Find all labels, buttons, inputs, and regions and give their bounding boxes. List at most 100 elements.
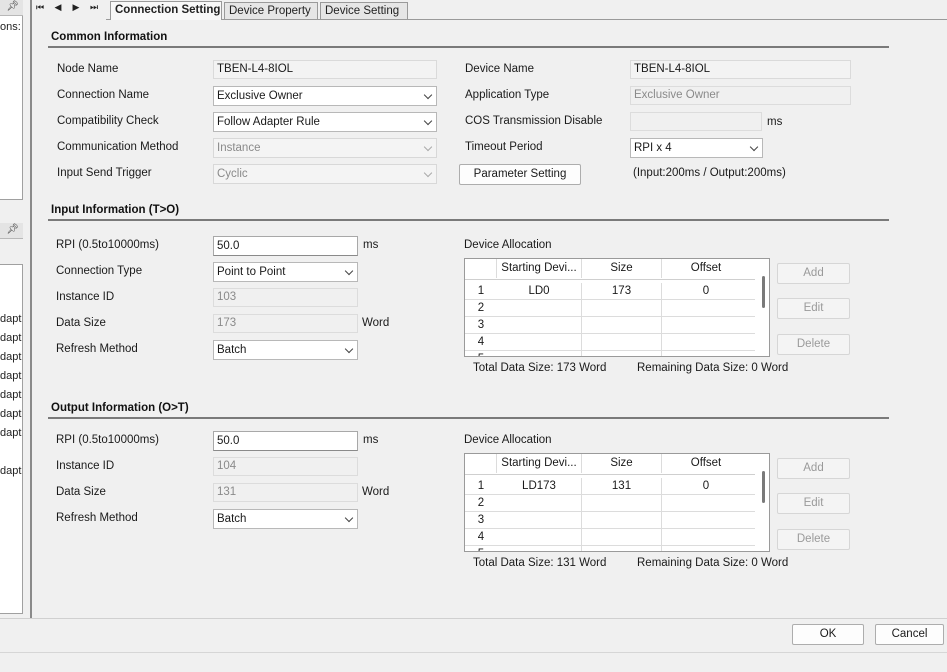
output-delete-button[interactable]: Delete [777, 529, 850, 550]
connection-name-select[interactable]: Exclusive Owner [213, 86, 437, 106]
timeout-period-select[interactable]: RPI x 4 [630, 138, 763, 158]
footer-divider [0, 618, 947, 619]
cell-starting-device[interactable] [497, 317, 582, 334]
cell-offset[interactable]: 0 [662, 283, 750, 300]
input-refresh-method-select[interactable]: Batch [213, 340, 358, 360]
common-info-title: Common Information [51, 31, 168, 43]
cell-starting-device[interactable]: LD173 [497, 478, 582, 495]
row-number: 2 [477, 497, 485, 509]
table-row[interactable]: 3 [465, 512, 755, 529]
cell-size[interactable] [582, 351, 662, 356]
cell-size[interactable] [582, 334, 662, 351]
left-panel-row[interactable]: dapt [0, 313, 22, 325]
connection-type-select[interactable]: Point to Point [213, 262, 358, 282]
cell-size[interactable] [582, 495, 662, 512]
column-header-size[interactable]: Size [582, 454, 662, 473]
cell-size[interactable] [582, 317, 662, 334]
cell-starting-device[interactable] [497, 546, 582, 551]
cell-offset[interactable] [662, 317, 750, 334]
output-rpi-input[interactable]: 50.0 [213, 431, 358, 451]
column-header-starting-device[interactable]: Starting Devi... [497, 454, 582, 473]
cancel-button[interactable]: Cancel [875, 624, 944, 645]
input-rpi-input[interactable]: 50.0 [213, 236, 358, 256]
next-tab-icon[interactable]: ▶︎ [69, 2, 83, 13]
left-panel-row[interactable]: dapt [0, 408, 22, 420]
scrollbar-thumb[interactable] [762, 276, 765, 308]
table-row[interactable]: 3 [465, 317, 755, 334]
output-edit-button[interactable]: Edit [777, 493, 850, 514]
cell-offset[interactable] [662, 334, 750, 351]
chevron-down-icon [423, 116, 433, 126]
cell-starting-device[interactable]: LD0 [497, 283, 582, 300]
left-panel-row[interactable]: dapt [0, 332, 22, 344]
input-edit-button[interactable]: Edit [777, 298, 850, 319]
column-header-offset[interactable]: Offset [662, 454, 750, 473]
scrollbar-thumb[interactable] [762, 471, 765, 503]
pin-icon[interactable]: 📌︎ [6, 224, 19, 235]
cell-offset[interactable] [662, 512, 750, 529]
input-total-data-size: Total Data Size: 173 Word [473, 362, 607, 374]
cell-offset[interactable] [662, 351, 750, 356]
table-row[interactable]: 2 [465, 495, 755, 512]
connection-type-label: Connection Type [56, 265, 143, 277]
input-refresh-method-value: Batch [217, 344, 247, 356]
last-tab-icon[interactable]: ⏭︎ [87, 2, 101, 13]
grid-scrollbar[interactable] [755, 259, 769, 356]
cell-starting-device[interactable] [497, 529, 582, 546]
cell-starting-device[interactable] [497, 334, 582, 351]
table-row[interactable]: 1 LD0 173 0 [465, 283, 755, 300]
table-row[interactable]: 5 [465, 546, 755, 551]
cell-offset[interactable]: 0 [662, 478, 750, 495]
left-panel-row[interactable]: dapt [0, 465, 22, 477]
cell-offset[interactable] [662, 529, 750, 546]
cell-size[interactable] [582, 546, 662, 551]
column-header-size[interactable]: Size [582, 259, 662, 278]
cell-starting-device[interactable] [497, 351, 582, 356]
tab-device-property[interactable]: Device Property [224, 2, 318, 19]
cell-size[interactable]: 131 [582, 478, 662, 495]
cell-size[interactable] [582, 512, 662, 529]
tab-device-setting[interactable]: Device Setting [320, 2, 408, 19]
table-row[interactable]: 2 [465, 300, 755, 317]
output-add-button[interactable]: Add [777, 458, 850, 479]
compatibility-check-select[interactable]: Follow Adapter Rule [213, 112, 437, 132]
cell-starting-device[interactable] [497, 300, 582, 317]
input-allocation-grid[interactable]: Starting Devi... Size Offset 1 LD0 173 0… [464, 258, 770, 357]
prev-tab-icon[interactable]: ◀︎ [51, 2, 65, 13]
left-panel-row[interactable]: dapt [0, 389, 22, 401]
table-row[interactable]: 4 [465, 334, 755, 351]
input-delete-button[interactable]: Delete [777, 334, 850, 355]
timeout-period-value: RPI x 4 [634, 142, 672, 154]
column-header-starting-device[interactable]: Starting Devi... [497, 259, 582, 278]
grid-header-row: Starting Devi... Size Offset [465, 454, 755, 475]
input-add-button[interactable]: Add [777, 263, 850, 284]
cell-starting-device[interactable] [497, 495, 582, 512]
cell-size[interactable] [582, 300, 662, 317]
cell-size[interactable]: 173 [582, 283, 662, 300]
table-row[interactable]: 1 LD173 131 0 [465, 478, 755, 495]
grid-scrollbar[interactable] [755, 454, 769, 551]
application-type-label: Application Type [465, 89, 550, 101]
left-panel-row[interactable]: dapt [0, 370, 22, 382]
left-panel-row[interactable]: dapt [0, 427, 22, 439]
node-name-label: Node Name [57, 63, 119, 75]
output-allocation-grid[interactable]: Starting Devi... Size Offset 1 LD173 131… [464, 453, 770, 552]
cell-starting-device[interactable] [497, 512, 582, 529]
output-refresh-method-select[interactable]: Batch [213, 509, 358, 529]
row-number: 2 [477, 302, 485, 314]
first-tab-icon[interactable]: ⏮︎ [33, 2, 47, 13]
parameter-setting-button[interactable]: Parameter Setting [459, 164, 581, 185]
table-row[interactable]: 4 [465, 529, 755, 546]
column-header-offset[interactable]: Offset [662, 259, 750, 278]
cell-offset[interactable] [662, 300, 750, 317]
panel-splitter[interactable] [30, 0, 32, 618]
cell-offset[interactable] [662, 495, 750, 512]
cell-size[interactable] [582, 529, 662, 546]
cos-transmission-label: COS Transmission Disable [465, 115, 603, 127]
pin-icon[interactable]: 📌︎ [6, 1, 19, 12]
cell-offset[interactable] [662, 546, 750, 551]
table-row[interactable]: 5 [465, 351, 755, 356]
tab-connection-setting[interactable]: Connection Setting [110, 1, 222, 20]
ok-button[interactable]: OK [792, 624, 864, 645]
left-panel-row[interactable]: dapt [0, 351, 22, 363]
